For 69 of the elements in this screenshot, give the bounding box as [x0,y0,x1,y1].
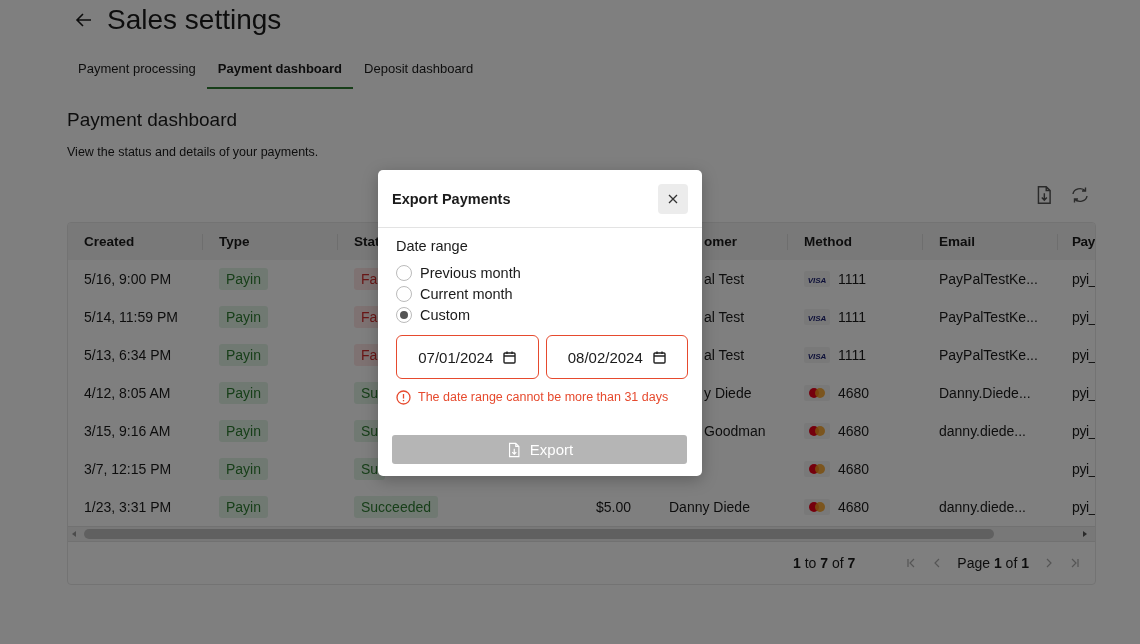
card-number: 4680 [838,461,870,477]
column-header[interactable]: Stat [354,234,380,249]
row-count: 1 to 7 of 7 [793,555,856,571]
close-icon[interactable] [667,192,679,205]
table-cell: Danny.Diede... [939,385,1031,401]
table-cell: 5/16, 9:00 PM [84,271,172,287]
column-header[interactable]: Email [939,234,976,249]
calendar-icon[interactable] [503,350,517,364]
table-cell: $5.00 [595,499,631,515]
card-logo: VISA [804,271,830,287]
table-cell: 1/23, 3:31 PM [84,499,172,515]
table-cell: danny.diede... [939,499,1026,515]
card-number: 4680 [838,423,870,439]
page-indicator: Page 1 of 1 [957,555,1029,571]
warning-icon [396,390,411,405]
dialog-title: Export Payments [392,190,511,207]
radio-label[interactable]: Previous month [420,264,521,281]
type-tag: Payin [219,268,269,290]
card-number: 1111 [838,309,867,325]
table-cell: 5/14, 11:59 PM [84,309,178,325]
horizontal-scrollbar[interactable] [68,526,1095,541]
calendar-icon[interactable] [652,350,666,364]
field-label: Date range [396,238,469,254]
column-header[interactable]: omer [704,234,737,249]
date-field[interactable]: 07/01/2024 [396,335,539,379]
table-cell: Danny Diede [669,499,750,515]
column-header[interactable]: Method [804,234,852,249]
type-tag: Payin [219,496,269,518]
tab[interactable]: Payment dashboard [206,50,354,89]
radio-label[interactable]: Custom [420,306,470,323]
table-cell: 4/12, 8:05 AM [84,385,171,401]
column-header[interactable]: Type [219,234,250,249]
error-message: The date range cannot be more than 31 days [418,390,669,405]
card-number: 4680 [838,385,870,401]
tab[interactable]: Payment processing [67,50,207,89]
table-cell: al Test [704,271,745,287]
table-cell: PayPalTestKe... [939,271,1038,287]
type-tag: Payin [219,420,269,442]
table-cell: al Test [704,309,745,325]
table-cell: 3/7, 12:15 PM [84,461,172,477]
card-number: 1111 [838,271,867,287]
table-cell: Goodman [704,423,766,439]
type-tag: Payin [219,458,269,480]
table-cell: PayPalTestKe... [939,347,1038,363]
type-tag: Payin [219,306,269,328]
page-title: Sales settings [107,4,282,36]
radio-label[interactable]: Current month [420,285,513,302]
table-cell: 5/13, 6:34 PM [84,347,172,363]
card-number: 1111 [838,347,867,363]
column-header[interactable]: Created [84,234,135,249]
status-tag: Succeeded [354,496,439,518]
back-arrow-icon[interactable] [75,11,93,29]
refresh-icon[interactable] [1070,185,1090,205]
tab[interactable]: Deposit dashboard [353,50,485,89]
table-cell: 3/15, 9:16 AM [84,423,171,439]
card-number: 4680 [838,499,870,515]
column-header[interactable]: Pay [1072,234,1095,249]
table-cell: danny.diede... [939,423,1026,439]
card-logo: VISA [804,347,830,363]
table-cell: PayPalTestKe... [939,309,1038,325]
table-cell: al Test [704,347,745,363]
table-cell: y Diede [704,385,752,401]
date-field[interactable]: 08/02/2024 [545,335,688,379]
section-description: View the status and details of your payments. [67,145,320,159]
card-logo: VISA [804,309,830,325]
last-page-icon[interactable] [1069,557,1081,569]
type-tag: Payin [219,382,269,404]
type-tag: Payin [219,344,269,366]
section-title: Payment dashboard [67,109,239,131]
